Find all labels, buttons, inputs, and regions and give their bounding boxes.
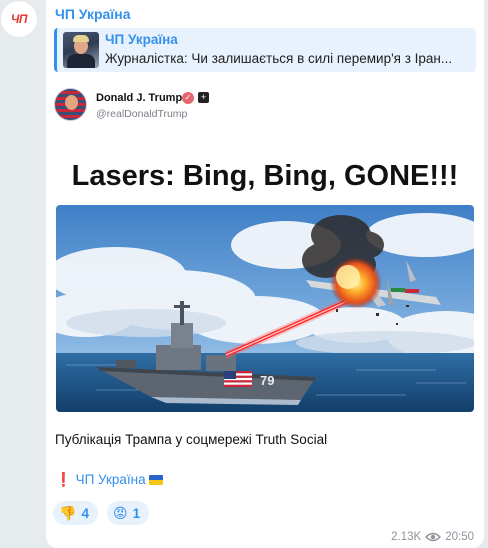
reaction-count: 1 [132, 505, 141, 521]
post-headline: Lasers: Bing, Bing, GONE!!! [71, 160, 459, 192]
laser-scene-image: 79 [56, 205, 474, 412]
reaction-count: 4 [81, 505, 89, 521]
channel-avatar[interactable]: ЧП [0, 0, 38, 38]
reaction-angry[interactable]: 😡 1 [107, 501, 150, 525]
exclamation-icon: ❗ [55, 472, 72, 487]
channel-signature: ❗ ЧП Україна [55, 472, 164, 488]
ship-number: 79 [260, 373, 274, 388]
angry-face-icon: 😡 [113, 504, 128, 521]
channel-avatar-text: ЧП [10, 12, 28, 26]
message-time: 20:50 [445, 531, 474, 543]
reply-preview[interactable]: ЧП Україна Журналістка: Чи залишається в… [54, 28, 476, 72]
eye-icon [425, 532, 442, 542]
reply-title: ЧП Україна [105, 32, 178, 47]
ukraine-flag-icon [149, 475, 164, 485]
signature-link[interactable]: ЧП Україна [76, 472, 146, 487]
post-image[interactable]: Donald J. Trump ✓ + @realDonaldTrump Las… [54, 80, 476, 420]
author-avatar [54, 88, 87, 121]
verified-icon: ✓ [182, 92, 194, 104]
plus-icon: + [198, 92, 209, 103]
reply-thumbnail [63, 32, 99, 68]
author-handle: @realDonaldTrump [96, 108, 188, 120]
author-name: Donald J. Trump [96, 92, 183, 104]
reply-text: Журналістка: Чи залишається в силі перем… [105, 51, 453, 66]
thumbs-down-icon: 👎 [59, 504, 77, 521]
view-count: 2.13K [391, 531, 422, 543]
reaction-thumbs-down[interactable]: 👎 4 [53, 501, 98, 525]
channel-name[interactable]: ЧП Україна [55, 6, 131, 22]
post-caption: Публікація Трампа у соцмережі Truth Soci… [55, 432, 328, 447]
message-bubble: ЧП Україна ЧП Україна Журналістка: Чи за… [46, 0, 484, 548]
message-meta: 2.13K 20:50 [391, 531, 474, 543]
